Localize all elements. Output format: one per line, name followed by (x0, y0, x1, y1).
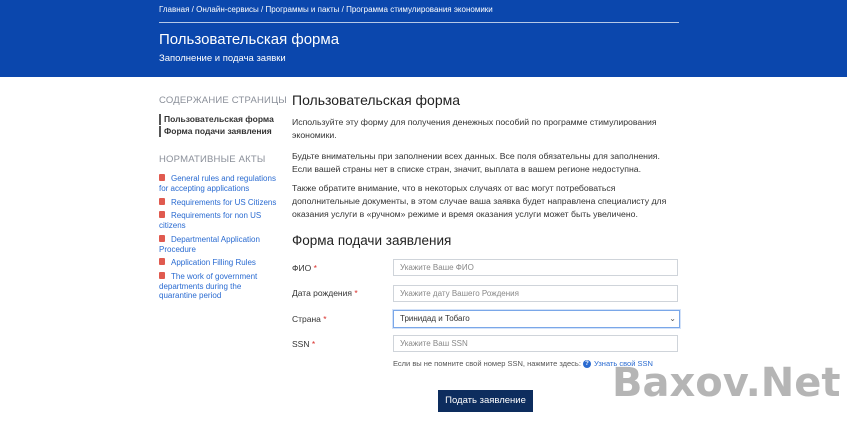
act-label: Departmental Application Procedure (159, 235, 260, 254)
question-icon: ? (583, 360, 592, 369)
country-select[interactable]: Тринидад и Тобаго ⌄ (393, 310, 680, 328)
dob-label: Дата рождения * (292, 288, 358, 298)
section-title: Пользовательская форма (292, 92, 461, 108)
notice-paragraph: Будьте внимательны при заполнении всех д… (292, 151, 660, 174)
submit-button[interactable]: Подать заявление (438, 390, 533, 412)
breadcrumb-home[interactable]: Главная (159, 5, 189, 14)
act-link-quarantine-work[interactable]: The work of government departments durin… (159, 272, 279, 301)
form-title: Форма подачи заявления (292, 233, 452, 248)
country-label: Страна * (292, 314, 327, 324)
breadcrumb-programs[interactable]: Программы и пакты (265, 5, 339, 14)
fio-label: ФИО * (292, 263, 317, 273)
fio-input[interactable] (393, 259, 678, 276)
watermark-logo: Baxov.Net (612, 360, 841, 406)
documents-paragraph: Также обратите внимание, что в некоторых… (292, 183, 667, 219)
act-link-departmental-procedure[interactable]: Departmental Application Procedure (159, 235, 279, 254)
toc-heading: СОДЕРЖАНИЕ СТРАНИЦЫ (159, 95, 287, 106)
country-selected-value: Тринидад и Тобаго (400, 314, 470, 323)
act-link-non-us-citizens[interactable]: Requirements for non US citizens (159, 211, 279, 230)
act-label: General rules and regulations for accept… (159, 174, 276, 193)
ssn-input[interactable] (393, 335, 678, 352)
header-divider (159, 22, 679, 23)
fio-label-text: ФИО (292, 263, 312, 273)
act-label: Requirements for US Citizens (171, 198, 277, 207)
toc-item-user-form[interactable]: Пользовательская форма (159, 114, 274, 125)
ssn-label: SSN * (292, 339, 315, 349)
ssn-hint-text: Если вы не помните свой номер SSN, нажми… (393, 359, 581, 368)
act-label: The work of government departments durin… (159, 272, 258, 300)
ssn-label-text: SSN (292, 339, 310, 349)
act-link-us-citizens[interactable]: Requirements for US Citizens (159, 198, 279, 208)
pdf-icon (159, 235, 165, 243)
breadcrumb: Главная / Онлайн-сервисы / Программы и п… (159, 5, 493, 14)
pdf-icon (159, 198, 165, 206)
chevron-down-icon: ⌄ (669, 314, 676, 323)
required-mark: * (311, 339, 316, 349)
act-label: Application Filling Rules (171, 258, 256, 267)
required-mark: * (354, 288, 358, 298)
breadcrumb-current: Программа стимулирования экономики (346, 5, 493, 14)
page-title: Пользовательская форма (159, 31, 340, 48)
breadcrumb-online-services[interactable]: Онлайн-сервисы (196, 5, 259, 14)
page-subtitle: Заполнение и подача заявки (159, 53, 286, 64)
required-mark: * (313, 263, 317, 273)
pdf-icon (159, 174, 165, 182)
toc-item-application-form[interactable]: Форма подачи заявления (159, 126, 272, 137)
dob-input[interactable] (393, 285, 678, 302)
required-mark: * (323, 314, 327, 324)
intro-paragraph: Используйте эту форму для получения дене… (292, 117, 657, 140)
country-label-text: Страна (292, 314, 321, 324)
act-link-general-rules[interactable]: General rules and regulations for accept… (159, 174, 279, 193)
act-label: Requirements for non US citizens (159, 211, 262, 230)
pdf-icon (159, 272, 165, 280)
acts-heading: НОРМАТИВНЫЕ АКТЫ (159, 154, 266, 165)
act-link-filling-rules[interactable]: Application Filling Rules (159, 258, 279, 268)
page-header: Главная / Онлайн-сервисы / Программы и п… (0, 0, 847, 77)
pdf-icon (159, 258, 165, 266)
dob-label-text: Дата рождения (292, 288, 352, 298)
pdf-icon (159, 211, 165, 219)
